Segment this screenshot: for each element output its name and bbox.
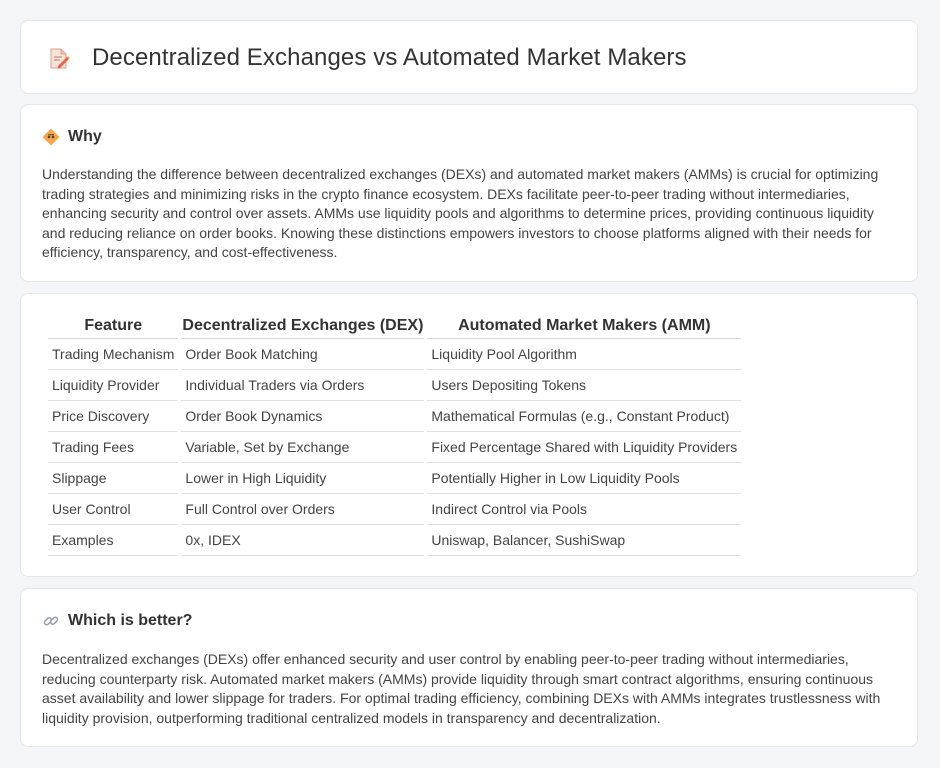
table-row: Slippage Lower in High Liquidity Potenti… [48,463,742,494]
title-card: Decentralized Exchanges vs Automated Mar… [20,20,918,94]
table-row: Examples 0x, IDEX Uniswap, Balancer, Sus… [48,525,742,556]
comparison-section: Feature Decentralized Exchanges (DEX) Au… [20,293,918,577]
better-heading: Which is better? [68,612,193,629]
table-cell: Uniswap, Balancer, SushiSwap [427,525,742,556]
table-cell: Individual Traders via Orders [181,370,425,401]
table-row: Trading Fees Variable, Set by Exchange F… [48,432,742,463]
table-row: Liquidity Provider Individual Traders vi… [48,370,742,401]
table-cell: Lower in High Liquidity [181,463,425,494]
column-header: Feature [48,314,179,339]
better-heading-row: Which is better? [42,611,192,631]
table-cell: Trading Mechanism [48,339,179,370]
table-cell: Order Book Dynamics [181,401,425,432]
table-cell: Liquidity Pool Algorithm [427,339,742,370]
table-header-row: Feature Decentralized Exchanges (DEX) Au… [48,314,742,339]
table-cell: Order Book Matching [181,339,425,370]
table-cell: Slippage [48,463,179,494]
table-cell: User Control [48,494,179,525]
table-row: Price Discovery Order Book Dynamics Math… [48,401,742,432]
table-cell: Users Depositing Tokens [427,370,742,401]
why-text: Understanding the difference between dec… [42,166,879,261]
which-is-better-section: Which is better? Decentralized exchanges… [20,588,918,747]
link-icon [43,616,59,626]
column-header: Decentralized Exchanges (DEX) [181,314,425,339]
table-row: Trading Mechanism Order Book Matching Li… [48,339,742,370]
table-row: User Control Full Control over Orders In… [48,494,742,525]
why-heading-row: Why [42,127,102,147]
table-cell: Potentially Higher in Low Liquidity Pool… [427,463,742,494]
table-cell: Examples [48,525,179,556]
table-cell: Variable, Set by Exchange [181,432,425,463]
table-cell: 0x, IDEX [181,525,425,556]
table-cell: Full Control over Orders [181,494,425,525]
table-cell: Mathematical Formulas (e.g., Constant Pr… [427,401,742,432]
diamond-sign-icon [42,128,60,146]
document-edit-icon [50,48,70,69]
comparison-table: Feature Decentralized Exchanges (DEX) Au… [45,314,744,556]
table-cell: Fixed Percentage Shared with Liquidity P… [427,432,742,463]
table-cell: Indirect Control via Pools [427,494,742,525]
better-text: Decentralized exchanges (DEXs) offer enh… [42,651,881,726]
table-cell: Liquidity Provider [48,370,179,401]
why-section: Why Understanding the difference between… [20,104,918,282]
why-heading: Why [68,128,102,145]
table-cell: Price Discovery [48,401,179,432]
page-title: Decentralized Exchanges vs Automated Mar… [92,44,687,71]
table-cell: Trading Fees [48,432,179,463]
column-header: Automated Market Makers (AMM) [427,314,742,339]
